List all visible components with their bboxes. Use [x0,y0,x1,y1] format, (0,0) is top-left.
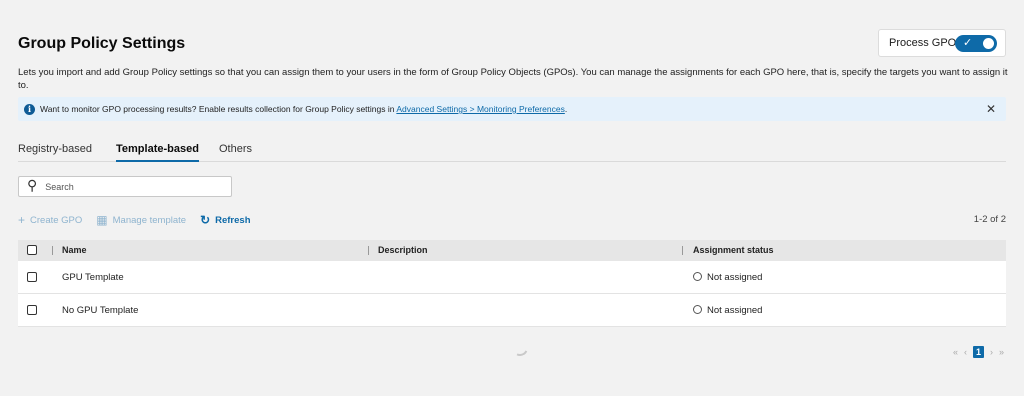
result-count: 1-2 of 2 [973,214,1006,225]
last-page-icon[interactable]: » [999,347,1004,357]
check-icon: ✓ [963,37,973,49]
row-name[interactable]: GPU Template [62,272,124,283]
loading-spinner-icon [509,337,531,359]
process-gpos-label: Process GPOs [889,37,962,49]
search-placeholder: Search [45,181,74,192]
row-checkbox[interactable] [27,305,37,315]
table-row[interactable]: No GPU Template Not assigned [18,294,1006,327]
row-status: Not assigned [693,305,762,316]
select-all-checkbox[interactable] [27,245,37,255]
tab-others[interactable]: Others [219,143,252,162]
next-page-icon[interactable]: › [990,347,993,357]
toggle-knob [983,38,994,49]
plus-icon: + [18,213,26,227]
gpo-table: Name Description Assignment status GPU T… [18,240,1006,327]
tab-template-based[interactable]: Template-based [116,143,199,162]
column-header-description[interactable]: Description [378,245,428,255]
status-circle-icon [693,305,702,314]
column-header-assignment-status[interactable]: Assignment status [693,245,774,255]
tab-bar: Registry-based Template-based Others [18,143,1006,162]
close-icon[interactable]: ✕ [986,102,996,116]
search-input[interactable]: ⚲ Search [18,176,232,197]
search-icon: ⚲ [27,177,38,193]
process-gpos-control: Process GPOs ✓ [878,29,1006,57]
banner-text: Want to monitor GPO processing results? … [40,104,568,114]
row-status: Not assigned [693,272,762,283]
column-divider [368,246,369,255]
manage-template-button[interactable]: ▦ Manage template [96,213,186,227]
tab-registry-based[interactable]: Registry-based [18,143,92,162]
toolbar: + Create GPO ▦ Manage template ↻ Refresh [18,213,265,227]
table-header: Name Description Assignment status [18,240,1006,261]
page: Group Policy Settings Process GPOs ✓ Let… [0,0,1024,396]
column-divider [682,246,683,255]
monitoring-preferences-link[interactable]: Advanced Settings > Monitoring Preferenc… [396,104,564,114]
status-circle-icon [693,272,702,281]
info-banner: i Want to monitor GPO processing results… [18,97,1006,121]
page-title: Group Policy Settings [18,35,186,52]
column-header-name[interactable]: Name [62,245,87,255]
table-row[interactable]: GPU Template Not assigned [18,261,1006,294]
template-icon: ▦ [96,213,108,227]
pagination: « ‹ 1 › » [947,346,1004,358]
refresh-icon: ↻ [200,213,211,227]
column-divider [52,246,53,255]
row-checkbox[interactable] [27,272,37,282]
row-name[interactable]: No GPU Template [62,305,138,316]
process-gpos-toggle[interactable]: ✓ [955,35,997,52]
create-gpo-button[interactable]: + Create GPO [18,213,82,227]
current-page[interactable]: 1 [972,346,984,358]
prev-page-icon[interactable]: ‹ [964,347,967,357]
refresh-button[interactable]: ↻ Refresh [200,213,250,227]
page-description: Lets you import and add Group Policy set… [18,67,1008,91]
first-page-icon[interactable]: « [953,347,958,357]
info-icon: i [24,103,35,115]
